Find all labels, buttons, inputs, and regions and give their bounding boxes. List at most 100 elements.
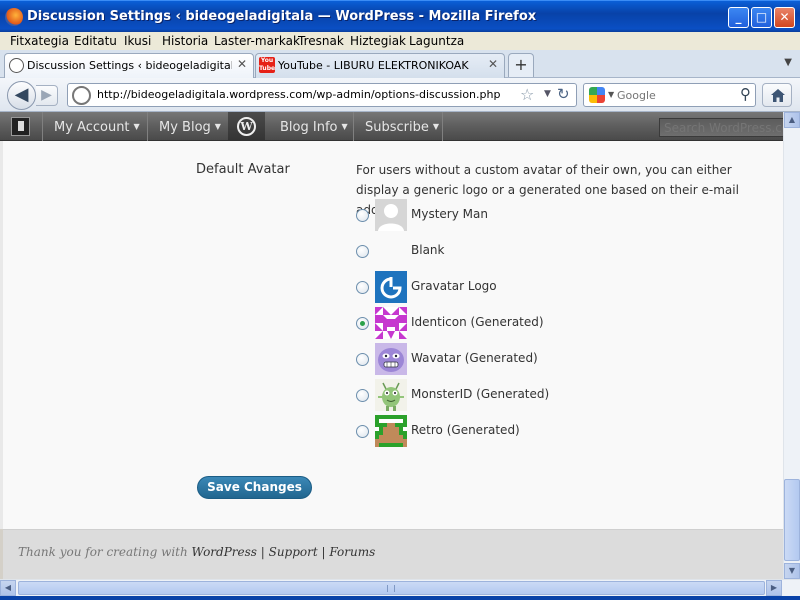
- horizontal-scrollbar[interactable]: ◀ ▶: [0, 579, 800, 596]
- avatar-label: MonsterID (Generated): [411, 387, 550, 401]
- my-blog-menu[interactable]: My Blog ▼: [159, 120, 221, 135]
- separator: [42, 112, 43, 141]
- scroll-up-icon[interactable]: ▲: [784, 112, 800, 128]
- close-button[interactable]: ✕: [774, 7, 795, 28]
- horizontal-scroll-thumb[interactable]: [18, 581, 765, 595]
- back-button[interactable]: ◀: [7, 81, 36, 110]
- radio-button[interactable]: [356, 209, 369, 222]
- monsterid-avatar: [375, 379, 407, 411]
- window-title: Discussion Settings ‹ bideogeladigitala …: [27, 9, 537, 24]
- blog-avatar-icon[interactable]: [11, 117, 30, 136]
- menu-label: Subscribe: [365, 120, 429, 135]
- avatar-label: Retro (Generated): [411, 423, 520, 437]
- support-link[interactable]: Support: [269, 545, 318, 559]
- menu-file[interactable]: Fitxategia: [10, 34, 69, 48]
- menu-label: My Account: [54, 120, 130, 135]
- forward-button[interactable]: ▶: [36, 85, 58, 106]
- save-changes-button[interactable]: Save Changes: [197, 476, 312, 499]
- separator: |: [256, 545, 269, 559]
- tab-list-button[interactable]: ▼: [784, 57, 792, 68]
- gravatar-logo-avatar: [375, 271, 407, 303]
- url-bar[interactable]: http://bideogeladigitala.wordpress.com/w…: [67, 83, 577, 107]
- radio-button-selected[interactable]: [356, 317, 369, 330]
- menu-view[interactable]: Ikusi: [124, 34, 151, 48]
- avatar-label: Identicon (Generated): [411, 315, 544, 329]
- wordpress-logo-button[interactable]: W: [228, 112, 265, 141]
- reload-icon[interactable]: ↻: [557, 85, 570, 103]
- wordpress-admin-bar: My Account ▼ My Blog ▼ W Blog Info ▼ Subscr…: [0, 112, 783, 141]
- radio-button[interactable]: [356, 389, 369, 402]
- avatar-label: Wavatar (Generated): [411, 351, 538, 365]
- default-avatar-label: Default Avatar: [196, 162, 290, 177]
- navigation-toolbar: ◀ ▶ http://bideogeladigitala.wordpress.c…: [0, 78, 800, 112]
- separator: [147, 112, 148, 141]
- vertical-scroll-thumb[interactable]: [784, 479, 800, 561]
- search-input[interactable]: [617, 87, 732, 103]
- radio-button[interactable]: [356, 281, 369, 294]
- separator: |: [317, 545, 330, 559]
- window-title-bar[interactable]: Discussion Settings ‹ bideogeladigitala …: [0, 0, 800, 32]
- search-bar[interactable]: ▼ ⚲: [583, 83, 756, 107]
- separator: [353, 112, 354, 141]
- mystery-man-avatar: [375, 199, 407, 231]
- footer-text: Thank you for creating with WordPress | …: [18, 545, 375, 559]
- scroll-right-icon[interactable]: ▶: [766, 580, 782, 596]
- avatar-label: Mystery Man: [411, 207, 488, 221]
- radio-button[interactable]: [356, 425, 369, 438]
- separator: [442, 112, 443, 141]
- maximize-button[interactable]: □: [751, 7, 772, 28]
- chevron-down-icon: ▼: [214, 122, 221, 131]
- chevron-down-icon: ▼: [133, 122, 140, 131]
- scroll-left-icon[interactable]: ◀: [0, 580, 16, 596]
- menu-label: Blog Info: [280, 120, 338, 135]
- settings-content: Default Avatar For users without a custo…: [0, 141, 783, 529]
- tab-label: YouTube - LIBURU ELEKTRONIKOAK: [278, 59, 469, 72]
- retro-avatar: [375, 415, 407, 447]
- home-button[interactable]: [762, 83, 792, 107]
- menu-history[interactable]: Historia: [162, 34, 208, 48]
- url-history-dropdown-icon[interactable]: ▼: [544, 89, 551, 99]
- menu-label: My Blog: [159, 120, 211, 135]
- avatar-label: Gravatar Logo: [411, 279, 497, 293]
- forums-link[interactable]: Forums: [329, 545, 375, 559]
- radio-button[interactable]: [356, 353, 369, 366]
- footer-prefix: Thank you for creating with: [18, 545, 192, 559]
- tab-close-icon[interactable]: ✕: [237, 57, 247, 71]
- wordpress-link[interactable]: WordPress: [192, 545, 257, 559]
- my-account-menu[interactable]: My Account ▼: [54, 120, 140, 135]
- menu-dictionaries[interactable]: Hiztegiak: [350, 34, 406, 48]
- scroll-down-icon[interactable]: ▼: [784, 563, 800, 579]
- menu-bookmarks[interactable]: Laster-markak: [214, 34, 300, 48]
- tab-youtube[interactable]: You Tube YouTube - LIBURU ELEKTRONIKOAK …: [255, 53, 505, 78]
- chevron-down-icon: ▼: [432, 122, 440, 131]
- window-bottom-border: [0, 596, 800, 600]
- blank-avatar: [375, 235, 407, 267]
- google-engine-icon[interactable]: [589, 87, 605, 103]
- tab-label: Discussion Settings ‹ bideogeladigitala …: [27, 59, 232, 72]
- tab-discussion-settings[interactable]: Discussion Settings ‹ bideogeladigitala …: [4, 53, 254, 78]
- site-identity-icon[interactable]: [72, 86, 91, 105]
- radio-button[interactable]: [356, 245, 369, 258]
- bookmark-star-icon[interactable]: ☆: [520, 85, 534, 104]
- url-text[interactable]: http://bideogeladigitala.wordpress.com/w…: [97, 88, 500, 101]
- tab-bar: Discussion Settings ‹ bideogeladigitala …: [0, 50, 800, 78]
- home-icon: [771, 89, 785, 102]
- new-tab-button[interactable]: +: [508, 53, 534, 77]
- menu-tools[interactable]: Tresnak: [298, 34, 344, 48]
- menu-bar: Fitxategia Editatu Ikusi Historia Laster…: [0, 32, 800, 50]
- youtube-icon: You Tube: [259, 57, 276, 73]
- avatar-label: Blank: [411, 243, 445, 257]
- search-icon[interactable]: ⚲: [740, 85, 751, 103]
- wordpress-icon: [9, 58, 24, 73]
- tab-close-icon[interactable]: ✕: [488, 57, 498, 71]
- identicon-avatar: [375, 307, 407, 339]
- minimize-button[interactable]: _: [728, 7, 749, 28]
- blog-info-menu[interactable]: Blog Info ▼: [280, 120, 348, 135]
- menu-edit[interactable]: Editatu: [74, 34, 117, 48]
- chevron-down-icon: ▼: [341, 122, 348, 131]
- menu-help[interactable]: Laguntza: [409, 34, 464, 48]
- vertical-scrollbar[interactable]: ▲ ▼: [783, 112, 800, 579]
- search-engine-dropdown-icon[interactable]: ▼: [608, 90, 614, 99]
- subscribe-menu[interactable]: Subscribe ▼: [365, 120, 439, 135]
- wordpress-search-input[interactable]: [659, 118, 783, 137]
